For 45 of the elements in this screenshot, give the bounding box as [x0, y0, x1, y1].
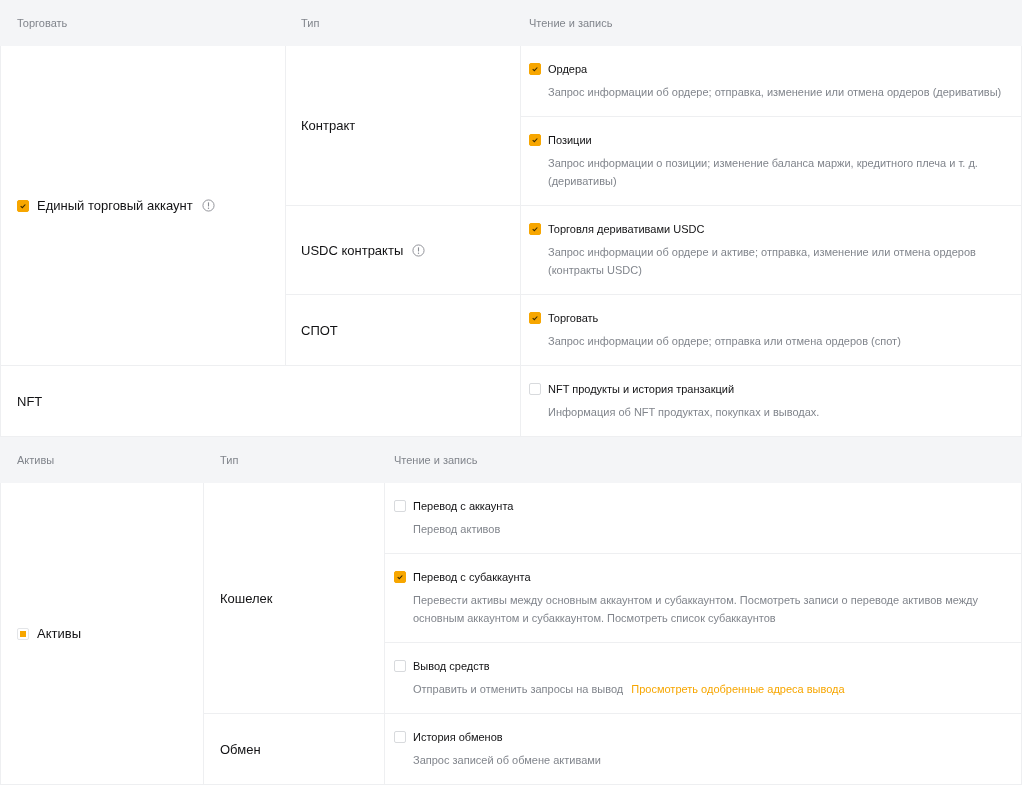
permission-description: Информация об NFT продуктах, покупках и выводах. [548, 406, 820, 418]
checkbox[interactable] [529, 134, 541, 146]
type-label: Контракт [301, 118, 356, 133]
permission-label: История обменов [413, 730, 503, 745]
permission-label: Торговать [548, 311, 599, 326]
permission-description: Запрос записей об обмене активами [413, 754, 601, 766]
type-label: Кошелек [220, 590, 273, 606]
permission-label: NFT продукты и история транзакций [548, 382, 735, 397]
permission-description: Отправить и отменить запросы на вывод [413, 683, 624, 695]
checkbox[interactable] [394, 500, 406, 512]
permission-label: Вывод средств [413, 659, 490, 674]
group-label: Активы [37, 626, 81, 641]
column-header: Чтение и запись [394, 454, 478, 466]
permission-description: Перевод активов [413, 523, 501, 535]
info-icon[interactable] [201, 199, 215, 212]
permission-description: Запрос информации об ордере; отправка или отмена ордеров (спот) [548, 335, 901, 347]
type-label: Обмен [220, 741, 261, 757]
column-header: Тип [301, 17, 320, 29]
checkbox[interactable] [17, 199, 29, 212]
permission-label: Перевод с аккаунта [413, 499, 514, 514]
group-label: NFT [17, 393, 43, 409]
column-header: Чтение и запись [529, 17, 613, 29]
permission-description: Запрос информации об ордере; отправка, изменение или отмена ордеров (деривативы) [548, 86, 1002, 98]
column-header: Торговать [17, 17, 68, 29]
info-icon[interactable] [412, 243, 426, 257]
checkbox[interactable] [529, 223, 541, 235]
checkbox[interactable] [529, 312, 541, 324]
column-header: Тип [220, 454, 239, 466]
checkbox[interactable] [529, 383, 541, 395]
type-label: СПОТ [301, 322, 338, 338]
type-label: USDC контракты [301, 242, 404, 258]
checkbox[interactable] [394, 660, 406, 672]
approved-addresses-link[interactable]: Просмотреть одобренные адреса вывода [631, 683, 845, 695]
checkbox[interactable] [394, 731, 406, 743]
permission-description: Запрос информации о позиции; изменение баланса маржи, кредитного плеча и т. д. (деривативы) [548, 157, 978, 187]
permission-description: Запрос информации об ордере и активе; отправка, изменение или отмена ордеров (контракты USDC) [548, 246, 976, 276]
checkbox[interactable] [394, 571, 406, 583]
permission-label: Перевод с субаккаунта [413, 570, 531, 585]
group-label: Единый торговый аккаунт [37, 198, 193, 213]
column-header: Активы [17, 454, 55, 466]
permission-label: Торговля деривативами USDC [548, 222, 705, 237]
permission-label: Ордера [548, 62, 588, 77]
permission-label: Позиции [548, 133, 592, 148]
permission-description: Перевести активы между основным аккаунтом и субаккаунтом. Посмотреть записи о переводе активов между основным аккаунтом и субаккаунтом. Посмотреть список субаккаунтов [413, 594, 978, 624]
checkbox[interactable] [529, 63, 541, 75]
